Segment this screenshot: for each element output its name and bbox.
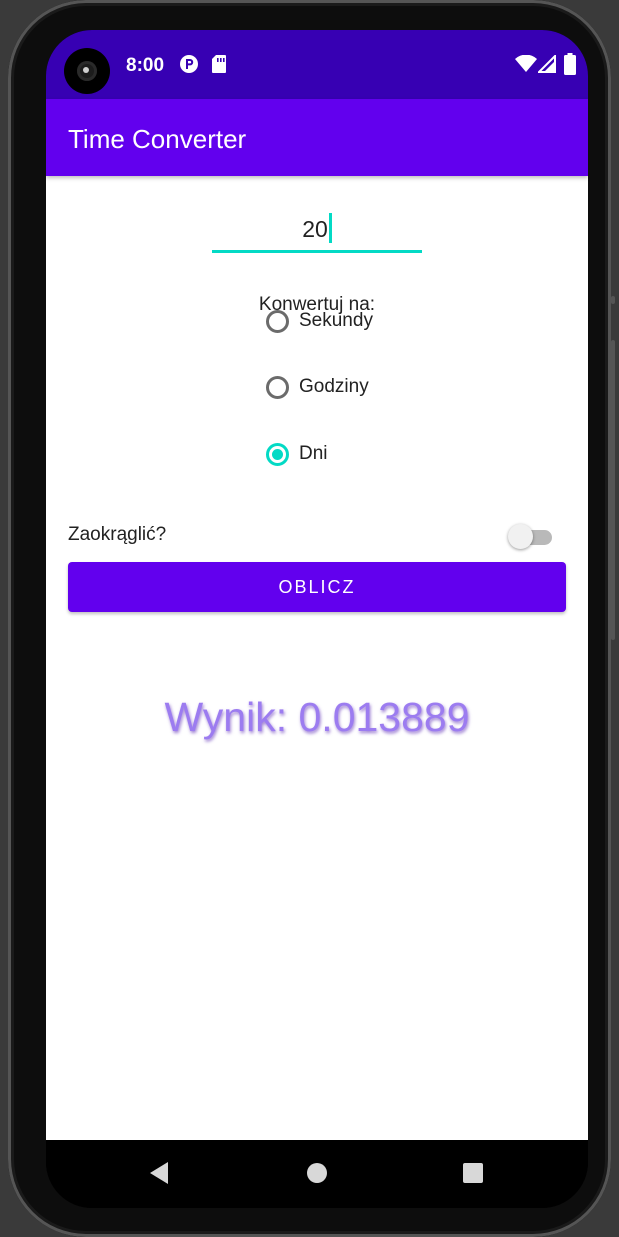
app-title: Time Converter — [68, 124, 247, 154]
back-icon[interactable] — [150, 1162, 168, 1184]
number-input-value: 20 — [302, 216, 328, 242]
radio-hours[interactable]: Godziny — [266, 372, 369, 402]
screen: 8:00 Time Converter 20 Konwertuj na: Sek… — [46, 30, 588, 1208]
recents-icon[interactable] — [463, 1163, 483, 1183]
radio-button-unchecked[interactable] — [266, 309, 289, 333]
text-cursor — [328, 213, 332, 243]
number-input[interactable]: 20 — [212, 208, 422, 253]
volume-button[interactable] — [611, 340, 615, 640]
app-bar: Time Converter — [46, 99, 588, 176]
navigation-bar — [46, 1140, 588, 1208]
sd-card-icon — [212, 55, 226, 73]
round-switch[interactable] — [508, 523, 552, 549]
front-camera-icon — [64, 48, 110, 94]
round-label: Zaokrąglić? — [68, 524, 167, 545]
main-content: 20 Konwertuj na: Sekundy Godziny Dni Zao… — [46, 176, 588, 1140]
p-circle-icon — [180, 55, 198, 73]
radio-days[interactable]: Dni — [266, 439, 328, 469]
switch-thumb[interactable] — [508, 524, 533, 549]
status-time: 8:00 — [126, 55, 165, 76]
calculate-button[interactable]: OBLICZ — [68, 562, 566, 612]
radio-button-unchecked[interactable] — [266, 375, 289, 399]
signal-icon — [538, 55, 556, 73]
radio-label-hours: Godziny — [299, 376, 369, 397]
radio-label-seconds: Sekundy — [299, 310, 373, 331]
radio-seconds[interactable]: Sekundy — [266, 306, 373, 336]
battery-icon — [564, 53, 576, 75]
phone-frame: 8:00 Time Converter 20 Konwertuj na: Sek… — [8, 0, 611, 1237]
radio-button-checked[interactable] — [266, 442, 289, 466]
power-button[interactable] — [611, 296, 615, 304]
wifi-icon — [515, 55, 537, 72]
home-icon[interactable] — [307, 1163, 327, 1183]
status-bar: 8:00 — [46, 30, 588, 99]
result-text: Wynik: 0.013889 — [164, 694, 470, 740]
radio-label-days: Dni — [299, 443, 328, 464]
